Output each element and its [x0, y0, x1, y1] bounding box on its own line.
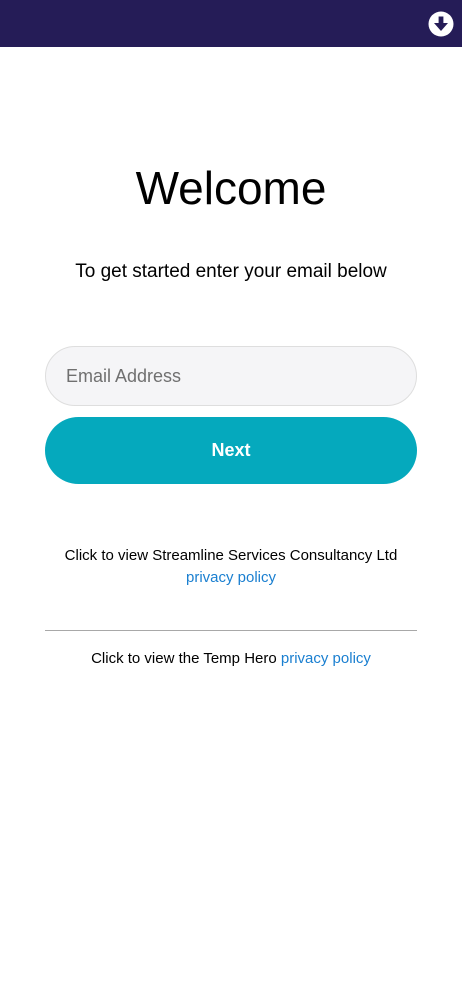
arrow-down-circle-icon: [428, 11, 454, 37]
page-title: Welcome: [135, 162, 327, 214]
company-privacy-policy-link[interactable]: privacy policy: [0, 567, 462, 589]
top-bar: [0, 0, 462, 47]
next-button[interactable]: Next: [45, 417, 417, 484]
page-subtitle: To get started enter your email below: [75, 261, 387, 282]
temphero-policy-text: Click to view the Temp Hero: [91, 650, 281, 667]
download-button[interactable]: [428, 11, 454, 37]
company-policy-text: Click to view Streamline Services Consul…: [64, 547, 398, 564]
company-policy-notice: Click to view Streamline Services Consul…: [0, 545, 462, 589]
temphero-policy-notice: Click to view the Temp Hero privacy poli…: [0, 648, 462, 670]
email-field[interactable]: [45, 346, 417, 406]
temphero-privacy-policy-link[interactable]: privacy policy: [281, 650, 371, 667]
divider: [45, 630, 417, 631]
